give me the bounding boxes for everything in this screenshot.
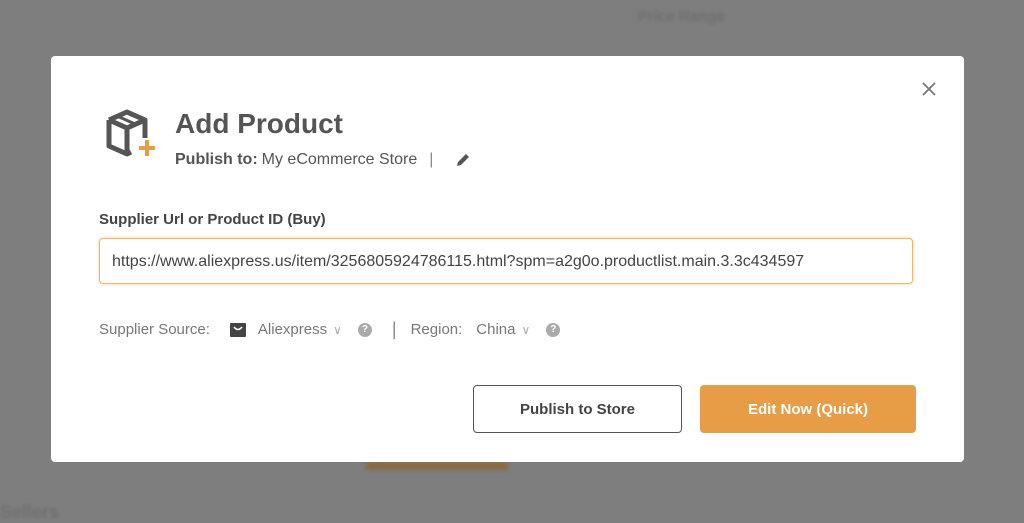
publish-label: Publish to:: [175, 151, 258, 168]
bg-price-range: Price Range: [638, 8, 725, 25]
bg-button: [366, 462, 508, 470]
bg-sellers: Sellers: [0, 502, 60, 522]
pencil-icon[interactable]: [455, 152, 471, 168]
url-label: Supplier Url or Product ID (Buy): [99, 211, 326, 228]
help-icon[interactable]: ?: [546, 322, 561, 337]
region-label: Region:: [410, 321, 463, 338]
publish-to: Publish to: My eCommerce Store |: [175, 151, 471, 169]
modal-title: Add Product: [175, 108, 343, 139]
separator: |: [429, 151, 434, 168]
supplier-source-select[interactable]: Aliexpress: [258, 321, 327, 338]
separator: |: [391, 319, 397, 339]
help-icon[interactable]: ?: [357, 322, 372, 337]
store-name: My eCommerce Store: [261, 151, 418, 168]
region-select[interactable]: China: [476, 321, 515, 338]
add-product-modal: Add Product Publish to: My eCommerce Sto…: [51, 56, 964, 462]
box-plus-icon: [106, 109, 155, 157]
aliexpress-bag-icon: [229, 322, 246, 337]
supplier-url-input[interactable]: https://www.aliexpress.us/item/325680592…: [99, 238, 913, 284]
chevron-down-icon[interactable]: ∨: [522, 323, 531, 337]
edit-now-button[interactable]: Edit Now (Quick): [700, 385, 916, 433]
supplier-row: Supplier Source: Aliexpress ∨ ? | Region…: [99, 319, 561, 340]
close-icon[interactable]: [918, 78, 940, 100]
supplier-source-label: Supplier Source:: [99, 321, 210, 338]
chevron-down-icon[interactable]: ∨: [333, 323, 342, 337]
publish-to-store-button[interactable]: Publish to Store: [473, 385, 682, 433]
